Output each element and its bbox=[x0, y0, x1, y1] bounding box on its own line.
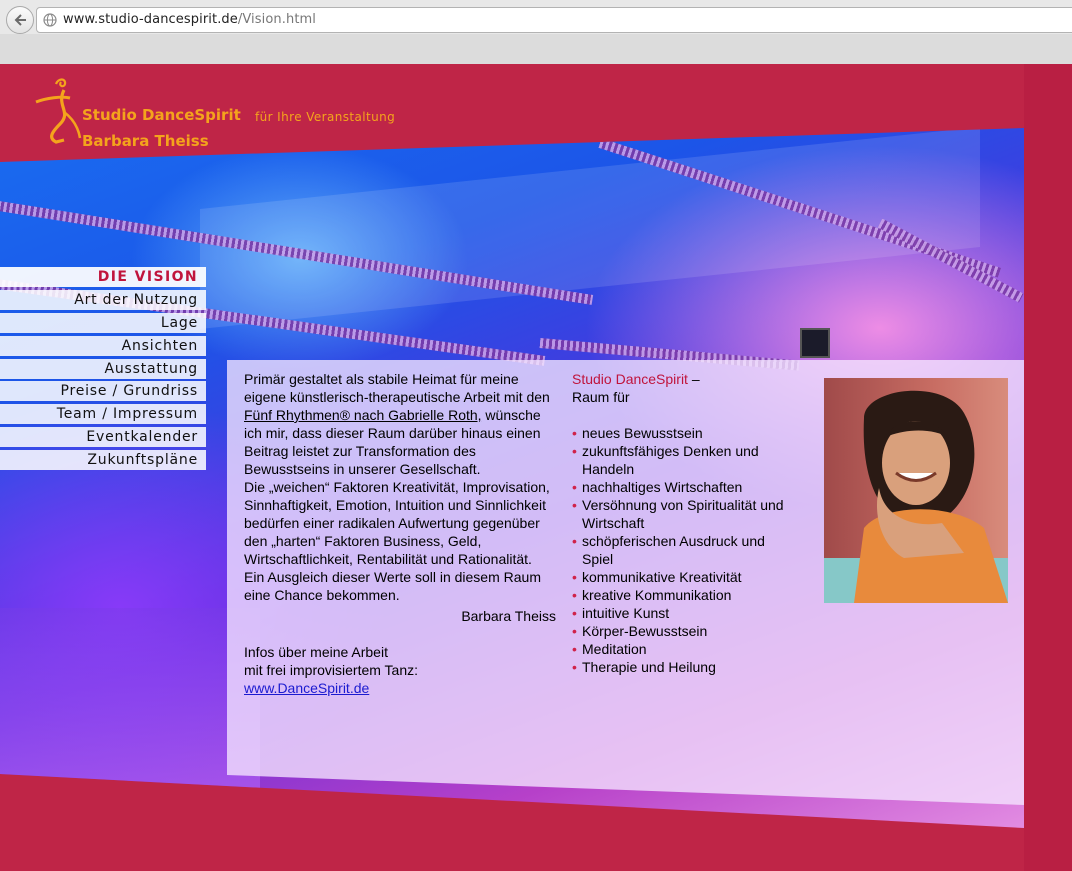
browser-toolbar: www.studio-dancespirit.de/Vision.html bbox=[0, 0, 1072, 65]
main-navigation: DIE VISION Art der Nutzung Lage Ansichte… bbox=[0, 267, 206, 473]
tagline: für Ihre Veranstaltung bbox=[255, 110, 396, 124]
back-arrow-icon bbox=[14, 14, 26, 26]
intro-text-a: Primär gestaltet als stabile Heimat für … bbox=[244, 371, 550, 405]
values-paragraph: Die „weichen“ Faktoren Kreativität, Impr… bbox=[244, 479, 550, 603]
page-margin bbox=[1024, 64, 1072, 871]
url-host: www.studio-dancespirit.de bbox=[63, 12, 238, 27]
signature: Barbara Theiss bbox=[461, 608, 556, 624]
raum-heading: Studio DanceSpirit – bbox=[572, 370, 792, 388]
list-item: schöpferischen Ausdruck und Spiel bbox=[572, 532, 792, 568]
browser-tabstrip bbox=[0, 34, 1072, 64]
nav-item-art-der-nutzung[interactable]: Art der Nutzung bbox=[0, 289, 206, 310]
list-item: Meditation bbox=[572, 640, 792, 658]
nav-item-lage[interactable]: Lage bbox=[0, 312, 206, 333]
infos-line-1: Infos über meine Arbeit bbox=[244, 644, 388, 660]
raum-fuer-column: Studio DanceSpirit – Raum für neues Bewu… bbox=[572, 370, 792, 676]
nav-item-team-impressum[interactable]: Team / Impressum bbox=[0, 404, 206, 425]
list-item: Therapie und Heilung bbox=[572, 658, 792, 676]
logo-text-name: Barbara Theiss bbox=[82, 132, 209, 150]
back-button[interactable] bbox=[6, 6, 34, 34]
portrait-photo-barbara-theiss bbox=[824, 378, 1008, 603]
list-item: Versöhnung von Spiritualität und Wirtsch… bbox=[572, 496, 792, 532]
list-item: kommunikative Kreativität bbox=[572, 568, 792, 586]
list-item: Körper-Bewusstsein bbox=[572, 622, 792, 640]
url-text: www.studio-dancespirit.de/Vision.html bbox=[63, 12, 316, 27]
intro-paragraph: Primär gestaltet als stabile Heimat für … bbox=[244, 370, 556, 478]
nav-item-eventkalender[interactable]: Eventkalender bbox=[0, 427, 206, 448]
wooden-floor bbox=[0, 608, 260, 828]
five-rhythms-link[interactable]: Fünf Rhythmen® nach Gabrielle Roth, bbox=[244, 407, 482, 423]
nav-item-zukunftsplaene[interactable]: Zukunftspläne bbox=[0, 450, 206, 471]
url-path: /Vision.html bbox=[237, 12, 316, 27]
nav-item-preise-grundriss[interactable]: Preise / Grundriss bbox=[0, 381, 206, 402]
raum-list: neues Bewusstsein zukunftsfähiges Denken… bbox=[572, 424, 792, 676]
list-item: neues Bewusstsein bbox=[572, 424, 792, 442]
speaker bbox=[800, 328, 830, 358]
list-item: kreative Kommunikation bbox=[572, 586, 792, 604]
nav-item-ausstattung[interactable]: Ausstattung bbox=[0, 358, 206, 379]
vision-text-column: Primär gestaltet als stabile Heimat für … bbox=[244, 370, 556, 697]
nav-item-die-vision[interactable]: DIE VISION bbox=[0, 267, 206, 287]
brand-dash: – bbox=[687, 371, 700, 387]
logo-text-studio: Studio DanceSpirit bbox=[82, 106, 241, 124]
brand-name: Studio DanceSpirit bbox=[572, 371, 688, 387]
address-bar[interactable]: www.studio-dancespirit.de/Vision.html bbox=[36, 7, 1072, 33]
infos-line-2: mit frei improvisiertem Tanz: bbox=[244, 662, 419, 678]
raum-subtitle: Raum für bbox=[572, 389, 630, 405]
list-item: zukunftsfähiges Denken und Handeln bbox=[572, 442, 792, 478]
portrait-illustration bbox=[824, 390, 1008, 603]
globe-icon bbox=[43, 13, 57, 27]
nav-item-ansichten[interactable]: Ansichten bbox=[0, 335, 206, 356]
dancespirit-link[interactable]: www.DanceSpirit.de bbox=[244, 680, 369, 696]
list-item: intuitive Kunst bbox=[572, 604, 792, 622]
list-item: nachhaltiges Wirtschaften bbox=[572, 478, 792, 496]
